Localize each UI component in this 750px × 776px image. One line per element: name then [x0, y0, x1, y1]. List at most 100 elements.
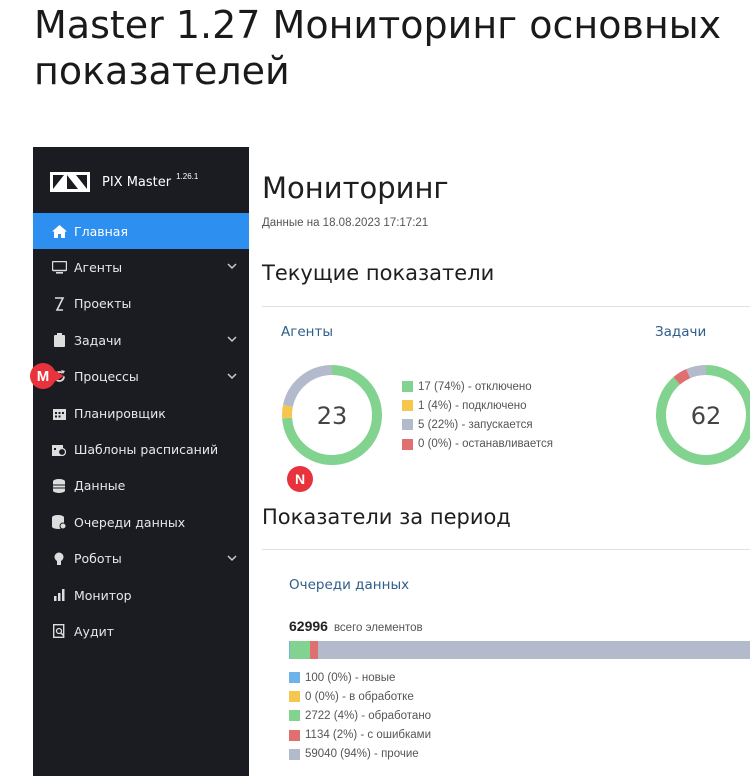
page-heading: Master 1.27 Мониторинг основных показате…: [34, 3, 722, 93]
donut-slice-gray: [686, 365, 707, 379]
sidebar-item-label: Шаблоны расписаний: [74, 442, 219, 458]
sidebar-item-projects[interactable]: Проекты: [33, 286, 249, 322]
swatch-yellow: [289, 691, 300, 703]
page-title: Мониторинг: [262, 171, 449, 205]
legend-label: 59040 (94%) - прочие: [305, 748, 419, 761]
swatch-red: [402, 438, 413, 450]
home-icon: [51, 224, 67, 238]
legend-label: 1 (4%) - подключено: [418, 399, 527, 412]
sidebar-item-label: Очереди данных: [74, 514, 186, 530]
sidebar-item-label: Аудит: [74, 623, 114, 639]
queues-total: 62996: [289, 618, 328, 634]
sidebar-item-monitor[interactable]: Монитор: [33, 577, 249, 613]
bar-segment-processed: [289, 641, 310, 659]
agents-total: 23: [316, 402, 348, 430]
swatch-green: [402, 381, 413, 393]
legend-item: 0 (0%) - останавливается: [402, 435, 553, 454]
legend-label: 0 (0%) - в обработке: [305, 690, 414, 703]
legend-item: 2722 (4%) - обработано: [289, 706, 431, 725]
sidebar-nav: Главная Агенты Проекты Задачи Процессы П…: [33, 213, 249, 650]
bar-segment-errors: [309, 641, 318, 659]
sidebar-item-label: Процессы: [74, 369, 139, 385]
chevron-down-icon[interactable]: [227, 553, 237, 563]
sidebar-item-robots[interactable]: Роботы: [33, 541, 249, 577]
sidebar-item-label: Монитор: [74, 587, 132, 603]
queues-total-row: 62996 всего элементов: [289, 618, 423, 636]
queues-total-label: всего элементов: [333, 622, 423, 634]
period-indicators-heading: Показатели за период: [262, 505, 511, 529]
database-icon: [51, 478, 67, 493]
bar-chart-icon: [51, 588, 67, 602]
legend-label: 100 (0%) - новые: [305, 671, 396, 684]
legend-label: 1134 (2%) - с ошибками: [305, 729, 432, 742]
sidebar-item-processes[interactable]: Процессы: [33, 359, 249, 395]
sidebar-item-label: Планировщик: [74, 405, 166, 421]
swatch-blue: [289, 672, 300, 684]
legend-label: 5 (22%) - запускается: [418, 418, 533, 431]
legend-item: 1 (4%) - подключено: [402, 396, 553, 415]
agents-legend: 17 (74%) - отключено 1 (4%) - подключено…: [402, 377, 553, 454]
logo-icon: [50, 172, 90, 192]
sidebar-item-label: Роботы: [74, 551, 122, 567]
swatch-gray: [289, 748, 300, 760]
sidebar-item-home[interactable]: Главная: [33, 213, 249, 250]
legend-label: 2722 (4%) - обработано: [305, 709, 432, 722]
sidebar-item-schedule-templates[interactable]: Шаблоны расписаний: [33, 431, 249, 467]
chevron-down-icon[interactable]: [227, 371, 237, 381]
app-window: PIX Master 1.26.1 Главная Агенты Проекты…: [30, 147, 750, 776]
legend-item: 5 (22%) - запускается: [402, 415, 553, 434]
sidebar-item-data[interactable]: Данные: [33, 468, 249, 504]
legend-item: 59040 (94%) - прочие: [289, 745, 431, 764]
sidebar-item-scheduler[interactable]: Планировщик: [33, 395, 249, 431]
legend-item: 0 (0%) - в обработке: [289, 687, 431, 706]
brand[interactable]: PIX Master 1.26.1: [50, 171, 198, 193]
queues-legend: 100 (0%) - новые 0 (0%) - в обработке 27…: [289, 668, 431, 764]
robot-icon: [51, 552, 67, 566]
sidebar-item-label: Задачи: [74, 332, 122, 348]
data-queues-title[interactable]: Очереди данных: [289, 577, 409, 593]
sidebar-item-label: Данные: [74, 478, 126, 494]
swatch-yellow: [402, 400, 413, 412]
donut-slice-starting: [283, 365, 333, 408]
annotation-marker-n: N: [287, 466, 313, 492]
sidebar-item-label: Главная: [74, 223, 128, 239]
calendar-clock-icon: [51, 443, 67, 457]
brand-version: 1.26.1: [176, 171, 199, 181]
legend-label: 0 (0%) - останавливается: [418, 438, 554, 451]
swatch-red: [289, 729, 300, 741]
legend-item: 100 (0%) - новые: [289, 668, 431, 687]
sidebar-item-data-queues[interactable]: Очереди данных: [33, 504, 249, 540]
tasks-card-title[interactable]: Задачи: [655, 324, 706, 340]
sidebar-item-tasks[interactable]: Задачи: [33, 322, 249, 358]
sidebar: PIX Master 1.26.1 Главная Агенты Проекты…: [33, 147, 249, 776]
project-icon: [51, 297, 67, 311]
audit-icon: [51, 624, 67, 639]
chevron-down-icon[interactable]: [227, 334, 237, 344]
sidebar-item-audit[interactable]: Аудит: [33, 613, 249, 649]
data-timestamp: Данные на 18.08.2023 17:17:21: [262, 217, 429, 229]
sidebar-item-agents[interactable]: Агенты: [33, 249, 249, 285]
sidebar-item-label: Агенты: [74, 260, 123, 276]
current-indicators-heading: Текущие показатели: [262, 261, 495, 285]
calendar-icon: [51, 406, 67, 420]
legend-label: 17 (74%) - отключено: [418, 380, 532, 393]
monitor-icon: [51, 261, 67, 275]
donut-slice-connected: [282, 404, 293, 419]
annotation-marker-m: M: [30, 363, 64, 389]
legend-item: 17 (74%) - отключено: [402, 377, 553, 396]
agents-card-title[interactable]: Агенты: [281, 324, 333, 340]
clipboard-icon: [51, 333, 67, 348]
queues-stacked-bar: [289, 641, 750, 659]
main-content: Мониторинг Данные на 18.08.2023 17:17:21…: [249, 147, 750, 776]
queue-database-icon: [51, 515, 67, 530]
tasks-total: 62: [690, 402, 722, 430]
swatch-green: [289, 710, 300, 722]
brand-name: PIX Master: [102, 174, 172, 190]
divider: [262, 549, 750, 550]
sidebar-item-label: Проекты: [74, 296, 132, 312]
legend-item: 1134 (2%) - с ошибками: [289, 726, 431, 745]
divider: [262, 306, 750, 307]
swatch-gray: [402, 419, 413, 431]
bar-segment-other: [317, 641, 750, 659]
chevron-down-icon[interactable]: [227, 261, 237, 271]
